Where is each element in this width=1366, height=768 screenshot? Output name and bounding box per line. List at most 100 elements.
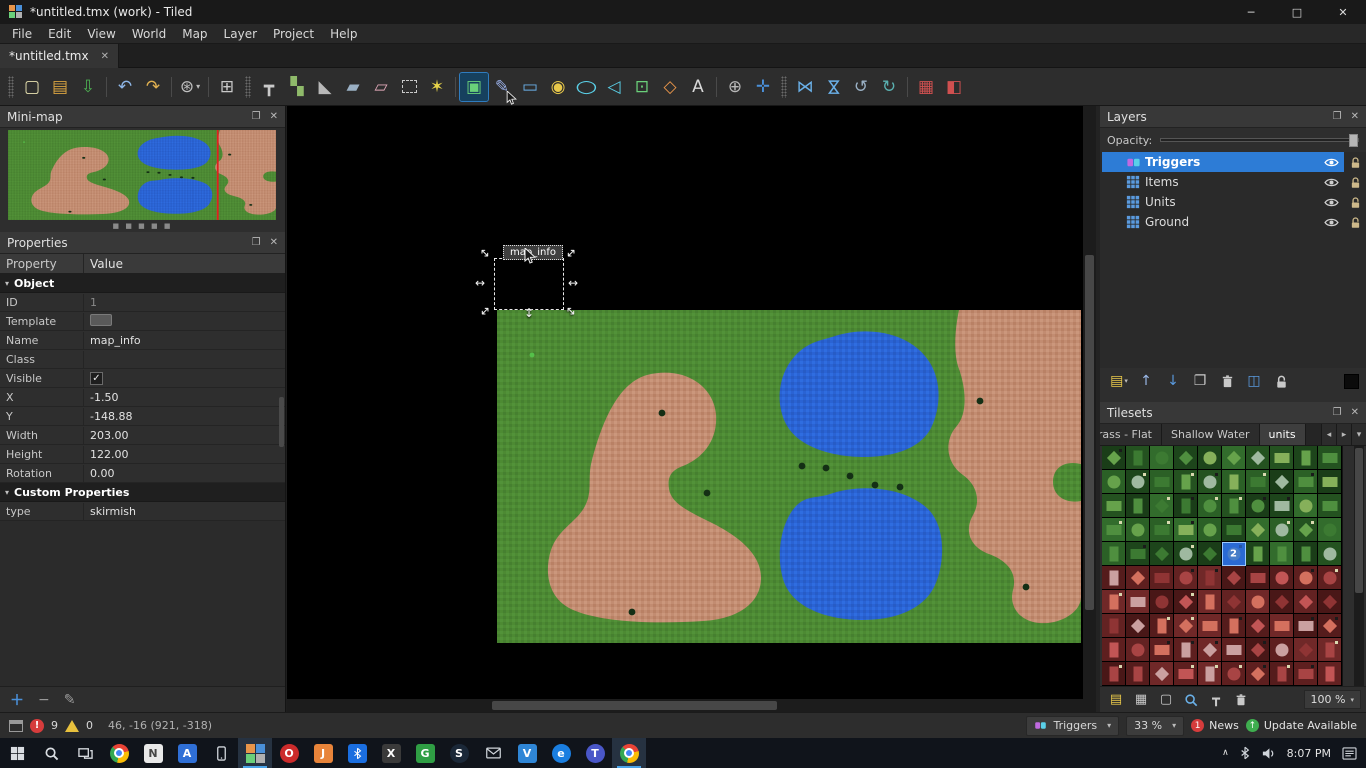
property-value[interactable]: 122.00 (84, 446, 285, 463)
tileset-tile[interactable] (1198, 638, 1222, 662)
float-panel-icon[interactable]: ❐ (1333, 407, 1342, 418)
tileset-tile[interactable] (1102, 494, 1126, 518)
lock-layers-button[interactable] (1269, 370, 1293, 392)
highlight-current-layer-tool[interactable]: ▦ (912, 73, 940, 101)
layer-row-units[interactable]: Units (1100, 192, 1366, 212)
lock-icon[interactable] (1344, 176, 1366, 189)
tileset-tile[interactable] (1222, 638, 1246, 662)
tileset-tile[interactable] (1102, 590, 1126, 614)
tileset-tile[interactable] (1102, 518, 1126, 542)
tileset-tile[interactable] (1222, 590, 1246, 614)
insert-template-tool[interactable]: ◇ (656, 73, 684, 101)
warning-icon[interactable] (65, 719, 79, 732)
resize-handle-sw[interactable]: ↔ (477, 302, 494, 319)
tileset-tile[interactable] (1318, 494, 1342, 518)
tileset-tile[interactable] (1294, 518, 1318, 542)
tileset-tile[interactable] (1102, 638, 1126, 662)
map-canvas[interactable]: map_info ↔ ↔ ↔ ↔ ↔ ↔ ↕ (287, 106, 1096, 712)
visibility-eye-icon[interactable] (1318, 197, 1344, 208)
tileset-tile[interactable] (1222, 446, 1246, 470)
tileset-tile[interactable] (1294, 446, 1318, 470)
layer-row-triggers[interactable]: Triggers (1100, 152, 1366, 172)
bluetooth-icon[interactable] (1240, 746, 1250, 760)
property-value[interactable]: map_info (84, 332, 285, 349)
tileset-tile[interactable] (1150, 662, 1174, 686)
tileset-tile[interactable] (1294, 470, 1318, 494)
tileset-tile[interactable] (1174, 542, 1198, 566)
tileset-tile[interactable] (1126, 446, 1150, 470)
tileset-tab-shallow-water[interactable]: Shallow Water (1162, 424, 1260, 445)
property-value[interactable]: 0.00 (84, 465, 285, 482)
tileset-tile[interactable] (1150, 542, 1174, 566)
tileset-tile[interactable] (1246, 638, 1270, 662)
flip-vertical-tool[interactable]: ⋈ (819, 73, 847, 101)
edit-polygons-tool[interactable]: ✎ (488, 73, 516, 101)
pan-tool-tool[interactable]: ✛ (749, 73, 777, 101)
tileset-tile[interactable] (1198, 494, 1222, 518)
tileset-tile[interactable] (1198, 446, 1222, 470)
notification-center-icon[interactable] (1342, 747, 1357, 760)
tileset-tile[interactable] (1102, 662, 1126, 686)
error-icon[interactable]: ! (30, 718, 44, 733)
tileset-tile[interactable] (1174, 638, 1198, 662)
tileset-tile[interactable] (1246, 446, 1270, 470)
scrollbar-thumb[interactable] (492, 701, 777, 710)
close-panel-icon[interactable]: ✕ (1351, 111, 1359, 122)
lock-icon[interactable] (1344, 196, 1366, 209)
tileset-tile[interactable] (1126, 470, 1150, 494)
tileset-tile[interactable] (1102, 470, 1126, 494)
taskbar-teams[interactable]: T (578, 738, 612, 768)
tileset-tile[interactable] (1270, 662, 1294, 686)
bucket-fill-tool[interactable]: ◣ (311, 73, 339, 101)
opacity-slider-handle[interactable] (1349, 134, 1358, 147)
tileset-tile[interactable] (1102, 614, 1126, 638)
taskbar-task-view[interactable] (68, 738, 102, 768)
terrain-brush-tool[interactable]: ▚ (283, 73, 311, 101)
float-panel-icon[interactable]: ❐ (252, 237, 261, 248)
views-and-toolbars-tool[interactable]: ⊛ ▾ (176, 73, 204, 101)
taskbar-app-a[interactable]: A (170, 738, 204, 768)
property-group-object[interactable]: ▾ Object (0, 274, 285, 293)
tileset-tile[interactable] (1318, 662, 1342, 686)
save-file-tool[interactable]: ⇩ (74, 73, 102, 101)
tileset-tile[interactable] (1198, 542, 1222, 566)
tileset-tile[interactable] (1222, 494, 1246, 518)
tab-close-icon[interactable]: ✕ (101, 51, 109, 62)
menu-file[interactable]: File (4, 25, 40, 43)
zoom-dropdown[interactable]: 33 % ▾ (1126, 715, 1185, 736)
tileset-tile[interactable] (1246, 542, 1270, 566)
tileset-tile[interactable] (1198, 470, 1222, 494)
tileset-tile[interactable] (1318, 638, 1342, 662)
document-tab[interactable]: *untitled.tmx ✕ (0, 44, 119, 68)
new-file-tool[interactable]: ▢ (18, 73, 46, 101)
tileset-tile[interactable] (1174, 518, 1198, 542)
tileset-tile[interactable] (1150, 518, 1174, 542)
taskbar-notepad[interactable]: N (136, 738, 170, 768)
tileset-tile[interactable] (1294, 614, 1318, 638)
tileset-tile[interactable] (1102, 566, 1126, 590)
tileset-tile[interactable] (1126, 518, 1150, 542)
tileset-tile[interactable] (1174, 446, 1198, 470)
taskbar-steam[interactable]: S (442, 738, 476, 768)
float-panel-icon[interactable]: ❐ (1333, 111, 1342, 122)
resize-handle-s[interactable]: ↕ (524, 307, 534, 319)
insert-polygon-tool[interactable]: ◁ (600, 73, 628, 101)
scrollbar-thumb[interactable] (1085, 255, 1094, 610)
undo-tool[interactable]: ↶ (111, 73, 139, 101)
layer-row-ground[interactable]: Ground (1100, 212, 1366, 232)
tileset-tile[interactable] (1102, 542, 1126, 566)
property-value[interactable]: skirmish (84, 503, 285, 520)
template-button[interactable] (90, 313, 112, 326)
minimize-button[interactable]: ─ (1228, 0, 1274, 24)
new-layer-button[interactable]: ▤ ▾ (1107, 370, 1131, 392)
tileset-tile[interactable] (1126, 662, 1150, 686)
rotate-right-tool[interactable]: ↻ (875, 73, 903, 101)
tileset-tile[interactable] (1270, 494, 1294, 518)
menu-help[interactable]: Help (322, 25, 365, 43)
tileset-tile[interactable] (1174, 470, 1198, 494)
tileset-tile[interactable] (1270, 542, 1294, 566)
tileset-tile[interactable] (1126, 614, 1150, 638)
stamp-from-selection-button[interactable]: ┳ (1205, 690, 1227, 710)
duplicate-layer-button[interactable]: ❐ (1188, 370, 1212, 392)
raise-layer-button[interactable]: ↑ (1134, 370, 1158, 392)
